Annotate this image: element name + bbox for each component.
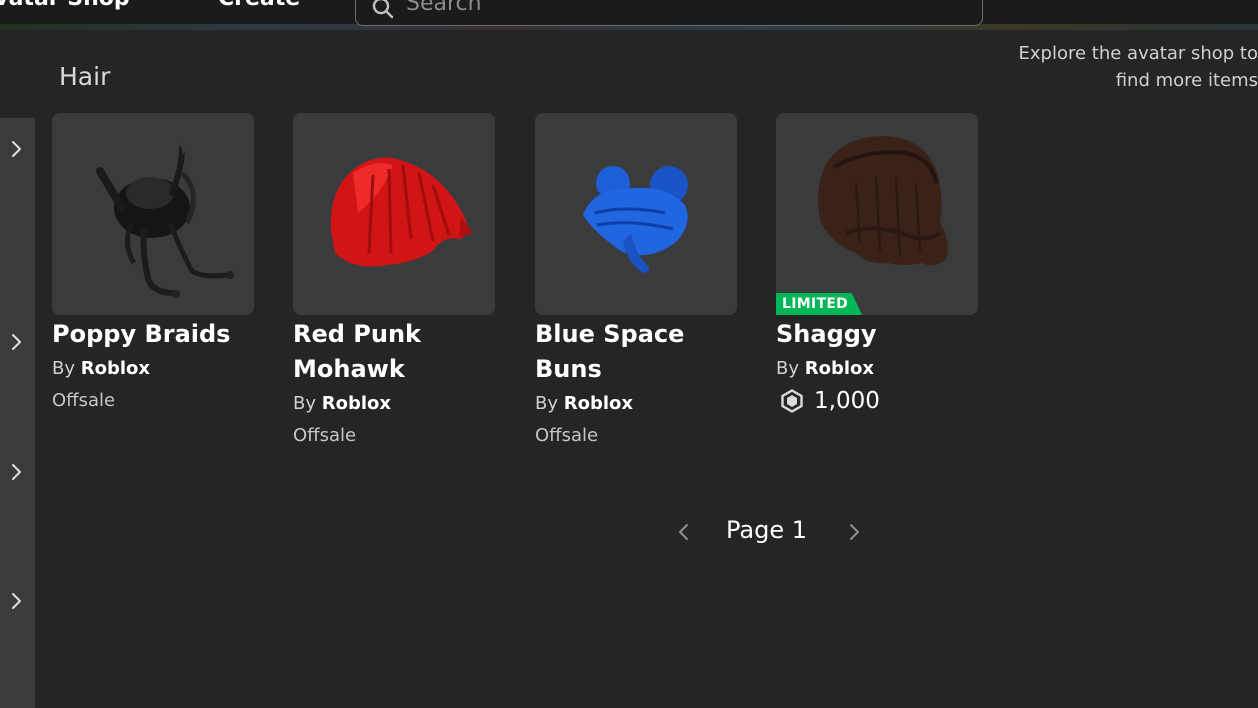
top-navigation: Avatar Shop Create Search bbox=[0, 0, 1258, 30]
chevron-left-icon[interactable] bbox=[672, 520, 696, 544]
creator-prefix: By bbox=[52, 358, 76, 379]
chevron-right-icon[interactable] bbox=[4, 589, 28, 613]
robux-icon bbox=[781, 389, 803, 413]
item-status: Offsale bbox=[293, 425, 357, 446]
creator-link[interactable]: Roblox bbox=[322, 393, 391, 414]
explore-hint: Explore the avatar shop to find more ite… bbox=[1018, 40, 1258, 94]
item-name[interactable]: Poppy Braids bbox=[52, 317, 254, 352]
page-label: Page 1 bbox=[726, 516, 807, 544]
item-creator: By Roblox bbox=[535, 388, 737, 420]
explore-hint-line-1: Explore the avatar shop to bbox=[1018, 43, 1258, 64]
item-card-blue-space-buns[interactable]: Blue Space Buns By Roblox Offsale bbox=[535, 113, 737, 452]
item-card-shaggy[interactable]: LIMITED Shaggy By Roblox 1,000 bbox=[776, 113, 978, 417]
explore-hint-line-2: find more items bbox=[1115, 70, 1258, 91]
item-name[interactable]: Red Punk Mohawk bbox=[293, 317, 495, 387]
item-creator: By Roblox bbox=[52, 353, 254, 385]
search-bar[interactable]: Search bbox=[355, 0, 983, 26]
item-creator: By Roblox bbox=[776, 353, 978, 385]
red-punk-mohawk-image bbox=[330, 157, 473, 267]
price-value: 1,000 bbox=[814, 388, 880, 414]
limited-badge: LIMITED bbox=[776, 293, 863, 315]
chevron-right-icon[interactable] bbox=[842, 520, 866, 544]
app-root: Avatar Shop Create Search Hair Explore t… bbox=[0, 0, 1258, 708]
item-creator: By Roblox bbox=[293, 388, 495, 420]
chevron-right-icon[interactable] bbox=[4, 137, 28, 161]
creator-link[interactable]: Roblox bbox=[81, 358, 150, 379]
item-card-red-punk-mohawk[interactable]: Red Punk Mohawk By Roblox Offsale bbox=[293, 113, 495, 452]
item-thumbnail[interactable] bbox=[52, 113, 254, 315]
nav-create-link[interactable]: Create bbox=[218, 0, 300, 11]
poppy-braids-image bbox=[96, 143, 234, 298]
search-icon bbox=[372, 0, 394, 19]
item-status: Offsale bbox=[52, 390, 116, 411]
shaggy-image bbox=[818, 136, 948, 266]
creator-prefix: By bbox=[535, 393, 559, 414]
creator-prefix: By bbox=[776, 358, 800, 379]
chevron-right-icon[interactable] bbox=[4, 460, 28, 484]
item-thumbnail[interactable] bbox=[535, 113, 737, 315]
item-name[interactable]: Blue Space Buns bbox=[535, 317, 737, 387]
search-input[interactable]: Search bbox=[406, 0, 482, 16]
item-price: 1,000 bbox=[776, 385, 978, 417]
item-thumbnail[interactable] bbox=[293, 113, 495, 315]
item-thumbnail[interactable]: LIMITED bbox=[776, 113, 978, 315]
category-rail bbox=[0, 118, 35, 708]
item-card-poppy-braids[interactable]: Poppy Braids By Roblox Offsale bbox=[52, 113, 254, 417]
section-title: Hair bbox=[59, 62, 111, 91]
item-status: Offsale bbox=[535, 425, 599, 446]
blue-space-buns-image bbox=[583, 166, 688, 273]
nav-avatar-shop-link[interactable]: Avatar Shop bbox=[0, 0, 130, 11]
item-name[interactable]: Shaggy bbox=[776, 317, 978, 352]
creator-link[interactable]: Roblox bbox=[564, 393, 633, 414]
creator-prefix: By bbox=[293, 393, 317, 414]
chevron-right-icon[interactable] bbox=[4, 330, 28, 354]
creator-link[interactable]: Roblox bbox=[805, 358, 874, 379]
